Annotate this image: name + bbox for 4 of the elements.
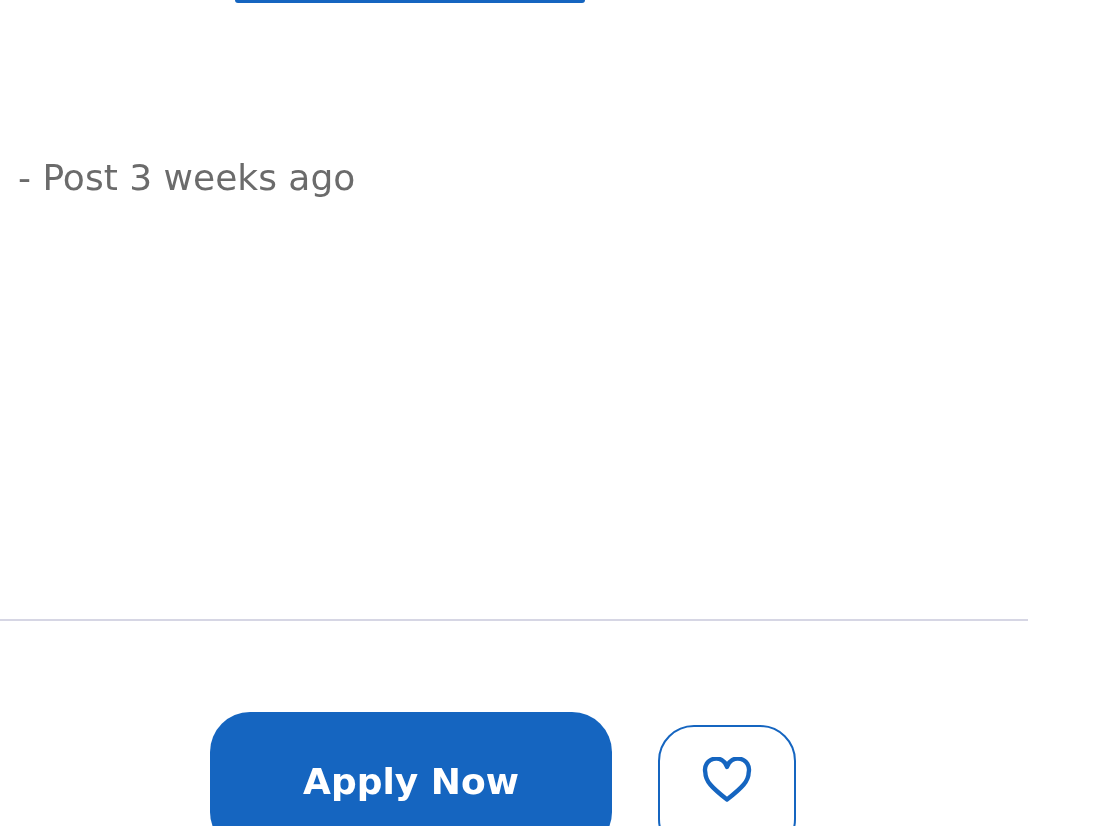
favorite-button[interactable] [658,725,796,826]
heart-icon [701,757,753,803]
post-date: - Post 3 weeks ago [18,156,357,200]
apply-button[interactable]: Apply Now [210,712,612,826]
